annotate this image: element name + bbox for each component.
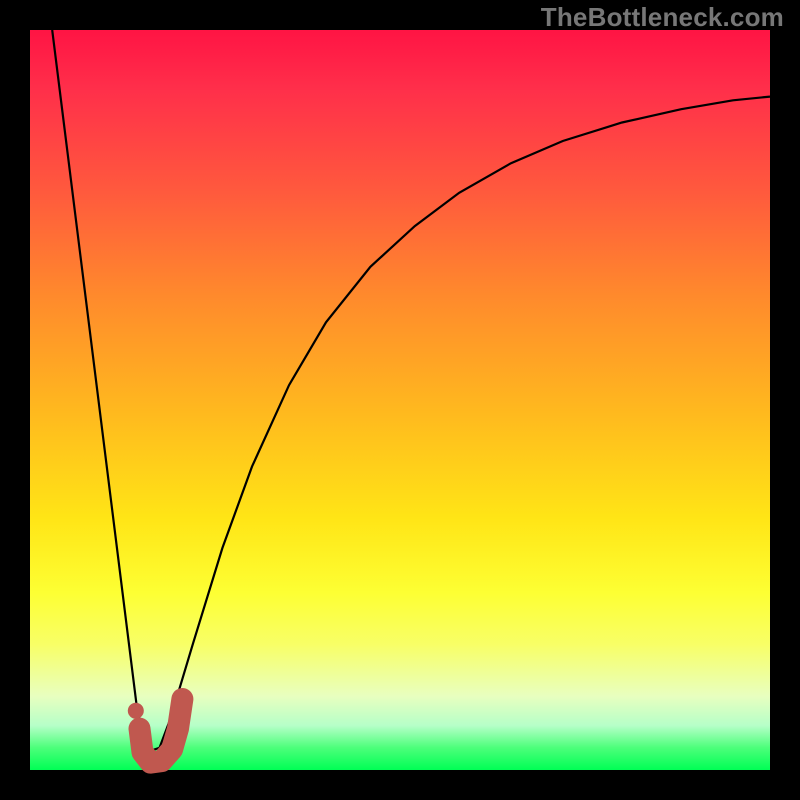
chart-frame: TheBottleneck.com: [0, 0, 800, 800]
optimum-hook: [140, 699, 183, 763]
plot-area: [30, 30, 770, 770]
chart-svg: [30, 30, 770, 770]
optimum-dot: [128, 703, 144, 719]
bottleneck-curve: [52, 30, 770, 752]
watermark-text: TheBottleneck.com: [541, 2, 784, 33]
